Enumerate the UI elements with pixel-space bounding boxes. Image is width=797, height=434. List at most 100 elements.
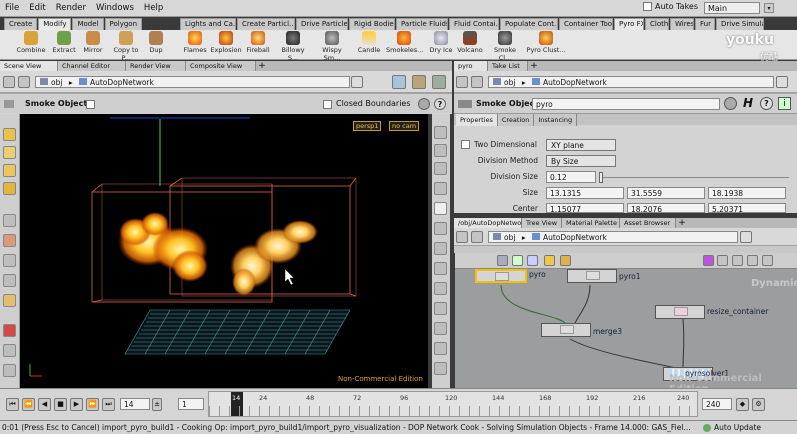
gear-icon[interactable] <box>418 98 430 110</box>
timeline-ruler[interactable]: 14 24 48 72 96 120 144 168 192 216 240 <box>208 391 698 417</box>
display-options-icon[interactable] <box>3 364 16 377</box>
back-arrow-icon[interactable] <box>3 76 15 88</box>
param-path-field[interactable]: obj ▸ AutoDopNetwork <box>488 76 774 88</box>
node-info-icon[interactable]: i <box>778 97 791 110</box>
display-ghost-icon[interactable] <box>434 302 447 315</box>
tab-tree-view[interactable]: Tree View <box>522 218 562 228</box>
tool-candle[interactable]: Candle <box>356 31 382 59</box>
center-z-field[interactable]: 5.20371 <box>708 203 786 214</box>
shelf-tab-create[interactable]: Create <box>4 18 38 30</box>
display-points-icon[interactable] <box>434 144 447 157</box>
handle-tool-icon[interactable] <box>3 234 16 247</box>
add-param-tab-plus-icon[interactable]: + <box>528 61 540 71</box>
pose-tool-icon[interactable] <box>3 214 16 227</box>
start-frame-field[interactable]: 1 <box>178 398 204 410</box>
play-reverse-icon[interactable]: ◀ <box>38 398 51 411</box>
param-back-arrow-icon[interactable] <box>456 76 468 88</box>
desktop-arrow-icon[interactable]: ▾ <box>764 3 774 13</box>
frame-stepper-icon[interactable]: ± <box>152 398 162 411</box>
tab-composite-view[interactable]: Composite View <box>186 61 256 71</box>
grid-snap-icon[interactable] <box>3 294 16 307</box>
move-tool-icon[interactable] <box>3 146 16 159</box>
tab-channel-editor[interactable]: Channel Editor <box>58 61 126 71</box>
tool-mirror[interactable]: Mirror <box>80 31 106 59</box>
tool-flames[interactable]: Flames <box>182 31 208 59</box>
network-editor[interactable]: Dynamics pyro pyro1 merge3 resize_contai… <box>455 253 797 395</box>
view-tool-icon[interactable] <box>3 254 16 267</box>
forward-arrow-icon[interactable] <box>18 76 30 88</box>
camera-menu[interactable]: persp1 <box>353 121 382 131</box>
shelf-tab-cloth[interactable]: Cloth <box>645 18 669 30</box>
tool-smokeless[interactable]: Smokeles... <box>386 31 423 59</box>
record-icon[interactable] <box>3 324 16 337</box>
camera-view-icon[interactable] <box>432 75 446 89</box>
shelf-tab-populate[interactable]: Populate Cont... <box>500 18 558 30</box>
snap-tool-icon[interactable] <box>3 274 16 287</box>
smoke-object-checkbox[interactable] <box>86 100 95 109</box>
display-xray-icon[interactable] <box>434 282 447 295</box>
shelf-tab-fluid-containers[interactable]: Fluid Contai... <box>449 18 499 30</box>
path-dropdown-icon[interactable] <box>351 76 363 88</box>
size-x-field[interactable]: 13.1315 <box>546 187 624 199</box>
node-gear-icon[interactable] <box>724 97 737 110</box>
subtab-instancing[interactable]: Instancing <box>534 114 578 126</box>
tool-wispy-smoke[interactable]: Wispy Sm... <box>314 31 350 62</box>
step-forward-icon[interactable]: ⏩ <box>86 398 99 411</box>
display-normals-icon[interactable] <box>434 162 447 175</box>
display-template-icon[interactable] <box>434 222 447 235</box>
division-size-slider-track[interactable] <box>599 177 789 178</box>
play-icon[interactable]: ▶ <box>70 398 83 411</box>
display-wire-icon[interactable] <box>434 202 447 215</box>
tool-fireball[interactable]: Fireball <box>244 31 272 59</box>
closed-boundaries-checkbox[interactable] <box>323 100 332 109</box>
tab-scene-view[interactable]: Scene View <box>0 61 58 71</box>
shelf-tab-drive-particles[interactable]: Drive Particles <box>296 18 348 30</box>
shelf-tab-model[interactable]: Model <box>72 18 104 30</box>
step-back-icon[interactable]: ⏪ <box>22 398 35 411</box>
scene-path-field[interactable]: obj ▸ AutoDopNetwork <box>35 76 350 88</box>
display-lights-icon[interactable] <box>434 242 447 255</box>
shelf-tab-create-particles[interactable]: Create Particl... <box>237 18 295 30</box>
shelf-tab-particle-fluids[interactable]: Particle Fluids <box>396 18 448 30</box>
tool-dry-ice[interactable]: Dry Ice <box>428 31 454 59</box>
network-forward-arrow-icon[interactable] <box>471 231 483 243</box>
object-drag-icon[interactable] <box>4 100 14 108</box>
network-path-dropdown-icon[interactable] <box>740 231 752 243</box>
auto-takes-checkbox[interactable] <box>643 2 652 11</box>
stop-icon[interactable]: ■ <box>54 398 67 411</box>
add-network-tab-plus-icon[interactable]: + <box>676 218 688 228</box>
size-y-field[interactable]: 31.5559 <box>627 187 705 199</box>
node-name-field[interactable]: pyro <box>532 98 720 110</box>
end-frame-field[interactable]: 240 <box>702 398 732 410</box>
tool-extract[interactable]: Extract <box>50 31 78 59</box>
display-pointer-icon[interactable] <box>434 126 447 139</box>
houdini-h-icon[interactable]: H <box>743 96 753 110</box>
add-tab-plus-icon[interactable]: + <box>256 61 268 71</box>
jump-start-icon[interactable]: ⏮ <box>6 398 19 411</box>
menu-file[interactable]: File <box>0 3 24 13</box>
scale-tool-icon[interactable] <box>3 182 16 195</box>
display-light-bulb-icon[interactable] <box>434 362 447 375</box>
tab-network-view[interactable]: /obj/AutoDopNetwork <box>454 218 528 228</box>
shelf-tab-modify[interactable]: Modify <box>38 18 72 30</box>
shelf-tab-wires[interactable]: Wires <box>670 18 694 30</box>
timeline-key-icon[interactable]: ◆ <box>736 398 749 411</box>
shelf-tab-drive-simulation[interactable]: Drive Simula... <box>716 18 764 30</box>
division-size-slider-handle[interactable] <box>599 172 603 183</box>
menu-windows[interactable]: Windows <box>91 3 139 13</box>
display-vis-icon[interactable] <box>434 342 447 355</box>
menu-help[interactable]: Help <box>139 3 168 13</box>
node-merge3[interactable] <box>541 323 591 337</box>
display-shade-icon[interactable] <box>434 182 447 195</box>
tool-combine[interactable]: Combine <box>14 31 48 59</box>
network-back-arrow-icon[interactable] <box>456 231 468 243</box>
tool-copy-to-points[interactable]: Copy to P... <box>108 31 144 62</box>
param-forward-arrow-icon[interactable] <box>471 76 483 88</box>
node-help-icon[interactable]: ? <box>760 97 773 110</box>
two-dimensional-checkbox[interactable] <box>461 140 470 149</box>
tab-take-list[interactable]: Take List <box>488 61 528 71</box>
shelf-tab-fur[interactable]: Fur <box>695 18 715 30</box>
shelf-tab-pyro-fx[interactable]: Pyro FX <box>614 18 644 30</box>
scene-viewport[interactable]: persp1 no cam Non-Commercial Edition <box>20 114 428 388</box>
tool-smoke-cluster[interactable]: Smoke Cl... <box>488 31 522 62</box>
